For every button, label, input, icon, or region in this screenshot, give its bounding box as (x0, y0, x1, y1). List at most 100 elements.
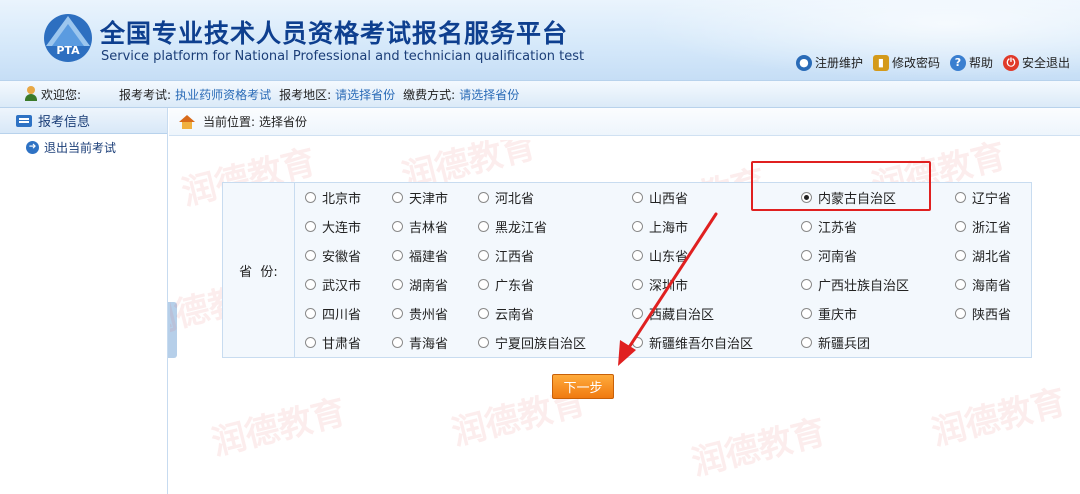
logout-link[interactable]: ⏻ 安全退出 (1002, 54, 1070, 71)
province-radio[interactable] (478, 221, 489, 232)
province-radio[interactable] (392, 337, 403, 348)
province-option-label: 深圳市 (649, 279, 689, 294)
region-value[interactable]: 请选择省份 (335, 86, 395, 103)
province-option[interactable]: 黑龙江省 (478, 217, 547, 236)
next-button[interactable]: 下一步 (552, 374, 614, 399)
province-option[interactable]: 海南省 (955, 275, 1011, 294)
province-option[interactable]: 四川省 (305, 304, 361, 323)
province-option[interactable]: 辽宁省 (955, 188, 1011, 207)
province-option[interactable]: 武汉市 (305, 275, 361, 294)
province-radio[interactable] (801, 279, 812, 290)
sidebar: 报考信息 ➜ 退出当前考试 (0, 108, 168, 494)
province-option[interactable]: 甘肃省 (305, 333, 361, 352)
exam-value[interactable]: 执业药师资格考试 (175, 86, 271, 103)
change-password-link[interactable]: ▮ 修改密码 (872, 54, 940, 71)
province-radio[interactable] (955, 279, 966, 290)
province-option[interactable]: 广东省 (478, 275, 534, 294)
province-option-label: 山西省 (649, 192, 689, 207)
province-option[interactable]: 上海市 (632, 217, 688, 236)
province-option[interactable]: 深圳市 (632, 275, 688, 294)
exam-label: 报考考试: (119, 87, 172, 102)
province-option[interactable]: 青海省 (392, 333, 448, 352)
province-option[interactable]: 重庆市 (801, 304, 857, 323)
sidebar-item-exit-exam[interactable]: ➜ 退出当前考试 (0, 134, 167, 160)
province-option-label: 武汉市 (322, 279, 362, 294)
province-option[interactable]: 陕西省 (955, 304, 1011, 323)
province-option[interactable]: 江西省 (478, 246, 534, 265)
top-links: ● 注册维护 ▮ 修改密码 ? 帮助 ⏻ 安全退出 (795, 54, 1070, 71)
help-link[interactable]: ? 帮助 (949, 54, 993, 71)
annotation-highlight-box (751, 161, 931, 211)
province-radio[interactable] (305, 250, 316, 261)
province-option[interactable]: 湖南省 (392, 275, 448, 294)
province-option-label: 甘肃省 (322, 337, 362, 352)
province-option[interactable]: 湖北省 (955, 246, 1011, 265)
province-option[interactable]: 河北省 (478, 188, 534, 207)
province-option[interactable]: 河南省 (801, 246, 857, 265)
province-radio[interactable] (392, 308, 403, 319)
province-radio[interactable] (632, 337, 643, 348)
province-option-label: 江苏省 (818, 221, 858, 236)
province-option-label: 广西壮族自治区 (818, 279, 910, 294)
province-radio[interactable] (632, 221, 643, 232)
province-option[interactable]: 山西省 (632, 188, 688, 207)
province-radio[interactable] (392, 279, 403, 290)
province-option-label: 河北省 (495, 192, 535, 207)
province-option[interactable]: 福建省 (392, 246, 448, 265)
province-option[interactable]: 北京市 (305, 188, 361, 207)
province-option[interactable]: 天津市 (392, 188, 448, 207)
globe-icon: ● (795, 54, 812, 71)
province-radio[interactable] (305, 337, 316, 348)
sidebar-collapse-handle[interactable] (168, 302, 177, 358)
province-radio[interactable] (305, 308, 316, 319)
province-radio[interactable] (955, 308, 966, 319)
province-option[interactable]: 吉林省 (392, 217, 448, 236)
province-radio[interactable] (955, 221, 966, 232)
province-option[interactable]: 宁夏回族自治区 (478, 333, 586, 352)
province-option-label: 西藏自治区 (649, 308, 715, 323)
province-option[interactable]: 西藏自治区 (632, 304, 714, 323)
province-radio[interactable] (305, 279, 316, 290)
province-radio[interactable] (955, 192, 966, 203)
province-option-label: 河南省 (818, 250, 858, 265)
province-radio[interactable] (632, 308, 643, 319)
province-radio[interactable] (478, 308, 489, 319)
province-option-label: 新疆维吾尔自治区 (649, 337, 754, 352)
province-radio[interactable] (632, 279, 643, 290)
province-radio[interactable] (392, 221, 403, 232)
province-option[interactable]: 新疆兵团 (801, 333, 870, 352)
pta-logo: PTA (44, 14, 92, 62)
province-option-label: 宁夏回族自治区 (495, 337, 587, 352)
province-option[interactable]: 安徽省 (305, 246, 361, 265)
svg-text:PTA: PTA (56, 44, 80, 57)
province-option[interactable]: 广西壮族自治区 (801, 275, 909, 294)
province-option-label: 黑龙江省 (495, 221, 548, 236)
home-icon (179, 114, 195, 129)
province-radio[interactable] (392, 192, 403, 203)
province-radio[interactable] (305, 221, 316, 232)
province-option[interactable]: 大连市 (305, 217, 361, 236)
province-option[interactable]: 江苏省 (801, 217, 857, 236)
province-option[interactable]: 贵州省 (392, 304, 448, 323)
province-option[interactable]: 新疆维吾尔自治区 (632, 333, 753, 352)
province-option-label: 四川省 (322, 308, 362, 323)
province-radio[interactable] (478, 192, 489, 203)
province-option[interactable]: 浙江省 (955, 217, 1011, 236)
province-radio[interactable] (478, 279, 489, 290)
province-radio[interactable] (801, 308, 812, 319)
province-radio[interactable] (392, 250, 403, 261)
register-maintain-link[interactable]: ● 注册维护 (795, 54, 863, 71)
province-radio[interactable] (955, 250, 966, 261)
province-radio[interactable] (632, 192, 643, 203)
province-option[interactable]: 云南省 (478, 304, 534, 323)
province-radio[interactable] (801, 250, 812, 261)
province-radio[interactable] (478, 250, 489, 261)
province-option[interactable]: 山东省 (632, 246, 688, 265)
province-radio[interactable] (801, 337, 812, 348)
province-radio[interactable] (478, 337, 489, 348)
province-radio[interactable] (305, 192, 316, 203)
pay-value[interactable]: 请选择省份 (459, 86, 519, 103)
province-radio[interactable] (632, 250, 643, 261)
province-option-label: 湖南省 (409, 279, 449, 294)
province-radio[interactable] (801, 221, 812, 232)
